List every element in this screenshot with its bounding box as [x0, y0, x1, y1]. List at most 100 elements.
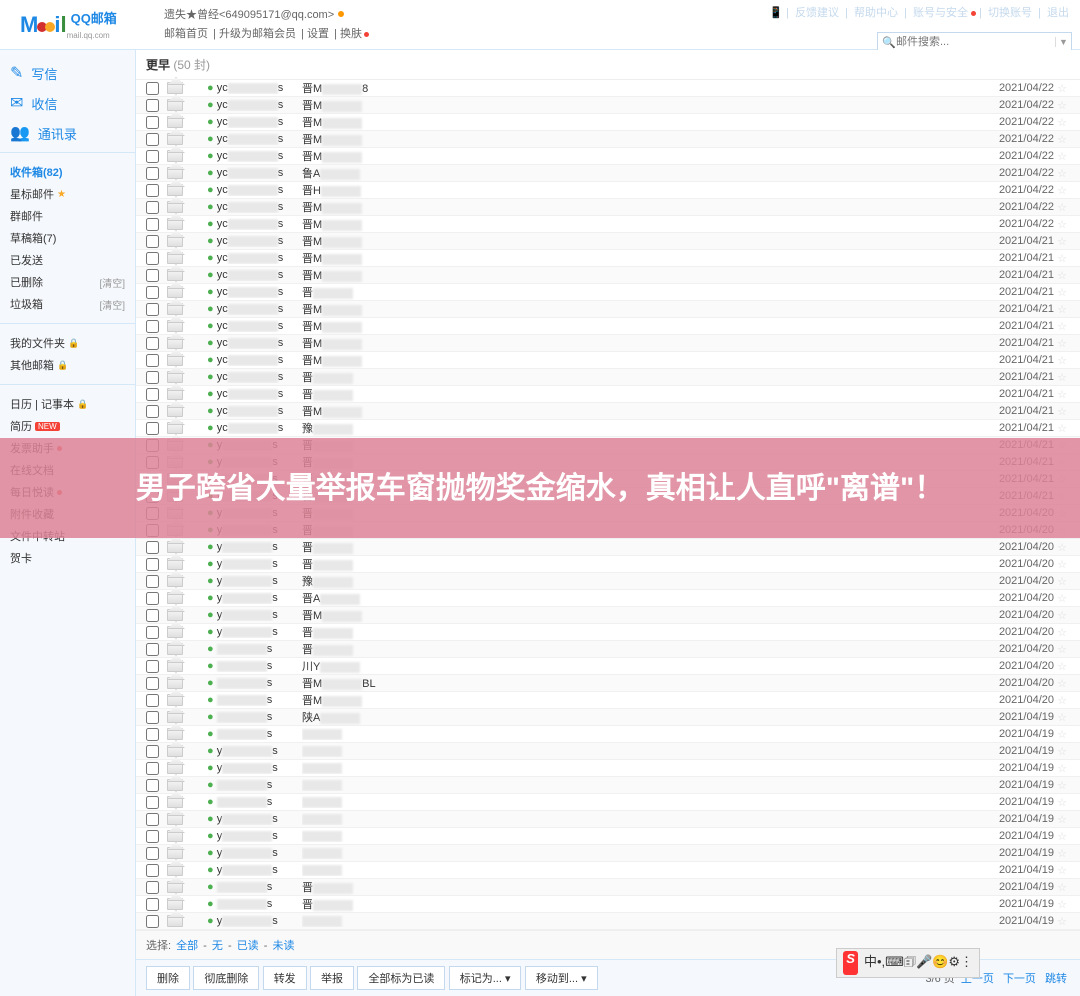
star-toggle-icon[interactable]: ☆ — [1054, 677, 1070, 690]
top-link[interactable]: 切换账号 — [988, 7, 1032, 19]
toolbar-button[interactable]: 删除 — [146, 966, 190, 990]
mail-checkbox[interactable] — [146, 643, 159, 656]
star-toggle-icon[interactable]: ☆ — [1054, 320, 1070, 333]
star-toggle-icon[interactable]: ☆ — [1054, 745, 1070, 758]
mail-checkbox[interactable] — [146, 422, 159, 435]
star-toggle-icon[interactable]: ☆ — [1054, 116, 1070, 129]
mail-row[interactable]: ● s 2021/04/19 ☆ — [136, 726, 1080, 743]
star-toggle-icon[interactable]: ☆ — [1054, 269, 1070, 282]
ime-item[interactable]: 🎤 — [916, 954, 932, 969]
star-toggle-icon[interactable]: ☆ — [1054, 303, 1070, 316]
nav-link[interactable]: 设置 — [307, 28, 329, 40]
star-toggle-icon[interactable]: ☆ — [1054, 201, 1070, 214]
mail-row[interactable]: ● ycs 晋M 2021/04/21 ☆ — [136, 335, 1080, 352]
mail-checkbox[interactable] — [146, 116, 159, 129]
folder-item[interactable]: 草稿箱(7) — [10, 227, 125, 249]
mail-checkbox[interactable] — [146, 558, 159, 571]
mail-row[interactable]: ● ycs 晋M 2021/04/21 ☆ — [136, 267, 1080, 284]
mail-checkbox[interactable] — [146, 728, 159, 741]
mail-row[interactable]: ● s 晋 2021/04/20 ☆ — [136, 641, 1080, 658]
star-toggle-icon[interactable]: ☆ — [1054, 184, 1070, 197]
star-toggle-icon[interactable]: ☆ — [1054, 558, 1070, 571]
mail-row[interactable]: ● ys 2021/04/19 ☆ — [136, 760, 1080, 777]
mail-group-header[interactable]: 更早 (50 封) — [136, 50, 1080, 80]
toolbar-button[interactable]: 转发 — [263, 966, 307, 990]
mail-row[interactable]: ● ycs 晋M 2021/04/21 ☆ — [136, 318, 1080, 335]
toolbar-button[interactable]: 标记为... ▾ — [449, 966, 522, 990]
star-toggle-icon[interactable]: ☆ — [1054, 643, 1070, 656]
mail-checkbox[interactable] — [146, 592, 159, 605]
mail-row[interactable]: ● ycs 晋M 2021/04/21 ☆ — [136, 301, 1080, 318]
folder-item[interactable]: 收件箱(82) — [10, 161, 125, 183]
star-toggle-icon[interactable]: ☆ — [1054, 694, 1070, 707]
mail-row[interactable]: ● ys 晋 2021/04/20 ☆ — [136, 624, 1080, 641]
mail-row[interactable]: ● ycs 晋 2021/04/21 ☆ — [136, 386, 1080, 403]
star-toggle-icon[interactable]: ☆ — [1054, 82, 1070, 95]
mail-checkbox[interactable] — [146, 354, 159, 367]
mail-row[interactable]: ● ycs 晋M 2021/04/22 ☆ — [136, 131, 1080, 148]
search-dropdown-icon[interactable]: ▼ — [1055, 37, 1071, 47]
star-toggle-icon[interactable]: ☆ — [1054, 405, 1070, 418]
star-toggle-icon[interactable]: ☆ — [1054, 864, 1070, 877]
mail-row[interactable]: ● ys 晋M 2021/04/20 ☆ — [136, 607, 1080, 624]
folder-item[interactable]: 其他邮箱 🔒 — [10, 354, 125, 376]
star-toggle-icon[interactable]: ☆ — [1054, 847, 1070, 860]
star-toggle-icon[interactable]: ☆ — [1054, 150, 1070, 163]
mail-checkbox[interactable] — [146, 711, 159, 724]
mail-row[interactable]: ● s 晋 2021/04/19 ☆ — [136, 879, 1080, 896]
mail-checkbox[interactable] — [146, 881, 159, 894]
mail-checkbox[interactable] — [146, 813, 159, 826]
star-toggle-icon[interactable]: ☆ — [1054, 575, 1070, 588]
ime-toolbar[interactable]: S 中•,⌨🗊🎤😊⚙⋮ — [836, 948, 980, 978]
mail-checkbox[interactable] — [146, 320, 159, 333]
mail-row[interactable]: ● ycs 晋M 2021/04/21 ☆ — [136, 403, 1080, 420]
folder-item[interactable]: 日历 | 记事本 🔒 — [10, 393, 125, 415]
mail-row[interactable]: ● ycs 晋M 2021/04/21 ☆ — [136, 233, 1080, 250]
side-action-写信[interactable]: ✎写信 — [0, 58, 135, 88]
mail-checkbox[interactable] — [146, 235, 159, 248]
mail-row[interactable]: ● s 川Y 2021/04/20 ☆ — [136, 658, 1080, 675]
mail-checkbox[interactable] — [146, 898, 159, 911]
mail-checkbox[interactable] — [146, 575, 159, 588]
star-toggle-icon[interactable]: ☆ — [1054, 609, 1070, 622]
star-toggle-icon[interactable]: ☆ — [1054, 167, 1070, 180]
mail-row[interactable]: ● ys 豫 2021/04/20 ☆ — [136, 573, 1080, 590]
star-toggle-icon[interactable]: ☆ — [1054, 354, 1070, 367]
star-toggle-icon[interactable]: ☆ — [1054, 541, 1070, 554]
mail-row[interactable]: ● ycs 晋H 2021/04/22 ☆ — [136, 182, 1080, 199]
mail-row[interactable]: ● s 2021/04/19 ☆ — [136, 777, 1080, 794]
star-toggle-icon[interactable]: ☆ — [1054, 592, 1070, 605]
page-link[interactable]: 下一页 — [1003, 973, 1036, 985]
folder-item[interactable]: 群邮件 — [10, 205, 125, 227]
star-toggle-icon[interactable]: ☆ — [1054, 898, 1070, 911]
ime-item[interactable]: 🗊 — [904, 954, 916, 969]
mail-checkbox[interactable] — [146, 82, 159, 95]
mail-checkbox[interactable] — [146, 252, 159, 265]
ime-item[interactable]: ⋮ — [960, 954, 973, 969]
folder-item[interactable]: 已删除 [清空] — [10, 271, 125, 293]
mail-checkbox[interactable] — [146, 541, 159, 554]
search-box[interactable]: 🔍 ▼ — [877, 32, 1072, 52]
mail-row[interactable]: ● ys 2021/04/19 ☆ — [136, 828, 1080, 845]
top-link[interactable]: 退出 — [1047, 7, 1069, 19]
star-toggle-icon[interactable]: ☆ — [1054, 99, 1070, 112]
page-link[interactable]: 跳转 — [1045, 973, 1067, 985]
mail-checkbox[interactable] — [146, 660, 159, 673]
mail-row[interactable]: ● s 2021/04/19 ☆ — [136, 794, 1080, 811]
mail-row[interactable]: ● ys 晋 2021/04/20 ☆ — [136, 539, 1080, 556]
star-toggle-icon[interactable]: ☆ — [1054, 881, 1070, 894]
toolbar-button[interactable]: 移动到... ▾ — [525, 966, 598, 990]
select-option[interactable]: 未读 — [272, 940, 294, 952]
top-link[interactable]: 帮助中心 — [854, 7, 898, 19]
folder-item[interactable]: 我的文件夹 🔒 — [10, 332, 125, 354]
folder-item[interactable]: 垃圾箱 [清空] — [10, 293, 125, 315]
select-option[interactable]: 无 — [212, 940, 223, 952]
star-toggle-icon[interactable]: ☆ — [1054, 762, 1070, 775]
mail-row[interactable]: ● ycs 晋 2021/04/21 ☆ — [136, 369, 1080, 386]
mail-checkbox[interactable] — [146, 864, 159, 877]
mail-checkbox[interactable] — [146, 133, 159, 146]
mail-row[interactable]: ● ys 2021/04/19 ☆ — [136, 913, 1080, 930]
star-toggle-icon[interactable]: ☆ — [1054, 796, 1070, 809]
mail-row[interactable]: ● s 晋M 2021/04/20 ☆ — [136, 692, 1080, 709]
mail-checkbox[interactable] — [146, 388, 159, 401]
